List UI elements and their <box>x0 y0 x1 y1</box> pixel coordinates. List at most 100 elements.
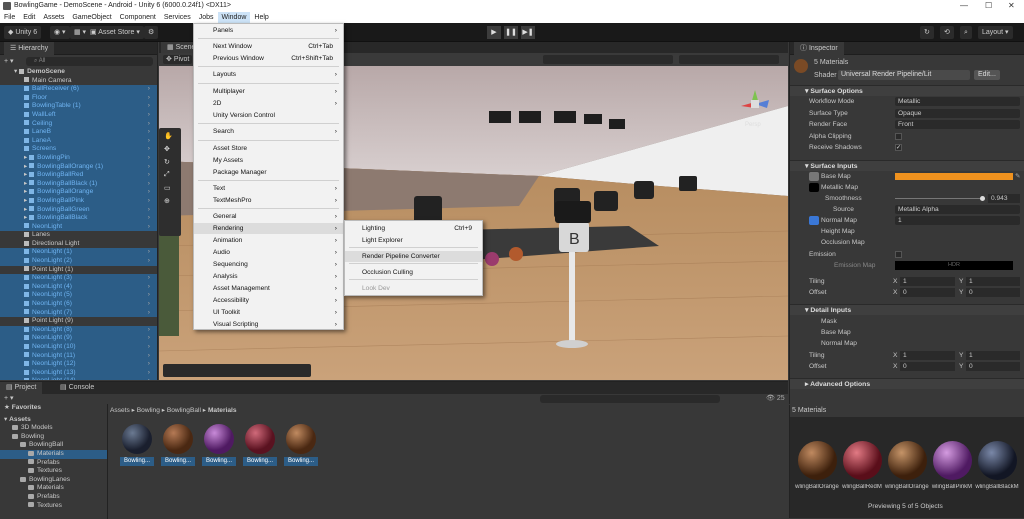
window-menu-item[interactable]: Accessibility › <box>194 295 343 306</box>
offset-y-field[interactable]: 0 <box>966 288 1020 297</box>
material-asset[interactable]: Bowling... <box>202 424 236 466</box>
project-folder[interactable]: BowlingLanes <box>0 476 107 485</box>
chevron-right-icon[interactable]: › <box>148 137 150 146</box>
hierarchy-item[interactable]: LaneA › <box>0 136 157 146</box>
tiling-x-field[interactable]: 1 <box>900 277 955 286</box>
detail-tiling-x-field[interactable]: 1 <box>900 351 955 360</box>
minimize-icon[interactable]: — <box>960 1 968 10</box>
window-menu-item[interactable]: Audio › <box>194 247 343 258</box>
project-folder[interactable]: Textures <box>0 502 107 511</box>
hierarchy-item[interactable]: WallLeft › <box>0 110 157 120</box>
move-tool-icon[interactable]: ✥ <box>164 145 170 153</box>
smoothness-handle[interactable] <box>980 196 985 201</box>
projection-label[interactable]: Persp <box>745 122 761 128</box>
settings-icon[interactable]: ⚙ <box>144 26 159 39</box>
shader-edit-button[interactable]: Edit... <box>974 70 1000 80</box>
material-asset[interactable]: Bowling... <box>161 424 195 466</box>
breadcrumb-materials[interactable]: Materials <box>208 407 237 414</box>
smoothness-value[interactable]: 0.943 <box>988 194 1020 203</box>
rendering-submenu-item[interactable]: Render Pipeline Converter <box>345 251 482 262</box>
search-icon[interactable]: ⌕ <box>960 26 972 39</box>
project-folder[interactable]: Bowling <box>0 433 107 442</box>
rotate-tool-icon[interactable]: ↻ <box>164 158 170 166</box>
detail-inputs-header[interactable]: ▾ Detail Inputs <box>790 304 1024 315</box>
scene-orientation-gizmo[interactable] <box>737 86 773 122</box>
chevron-right-icon[interactable]: › <box>148 111 150 120</box>
hierarchy-item[interactable]: ▸ BowlingBallBlack (1) › <box>0 179 157 189</box>
chevron-right-icon[interactable]: › <box>148 300 150 309</box>
play-button[interactable]: ▶ <box>487 26 501 39</box>
hierarchy-item[interactable]: Main Camera <box>0 77 157 86</box>
hierarchy-item[interactable]: NeonLight (2) › <box>0 257 157 266</box>
close-icon[interactable]: ✕ <box>1008 1 1015 10</box>
window-menu-item[interactable]: Rendering › <box>194 223 343 234</box>
rendering-submenu-item[interactable]: Light Explorer <box>345 235 482 246</box>
breadcrumb-bowlingball[interactable]: BowlingBall <box>167 407 201 414</box>
chevron-right-icon[interactable]: › <box>148 223 150 232</box>
project-folder[interactable]: 3D Models <box>0 424 107 433</box>
hierarchy-item[interactable]: NeonLight (7) › <box>0 308 157 318</box>
smoothness-slider[interactable] <box>895 198 985 199</box>
chevron-right-icon[interactable]: › <box>148 145 150 154</box>
hierarchy-tab[interactable]: ☰ Hierarchy <box>4 42 55 55</box>
hierarchy-item[interactable]: ▸ BowlingBallOrange (1) › <box>0 162 157 172</box>
menu-window[interactable]: Window <box>217 12 251 23</box>
project-folder[interactable]: Materials <box>0 449 107 459</box>
detail-offset-x-field[interactable]: 0 <box>900 362 955 371</box>
offset-x-field[interactable]: 0 <box>900 288 955 297</box>
window-menu-item[interactable]: Visual Scripting › <box>194 319 343 330</box>
window-menu-item[interactable]: Analysis › <box>194 271 343 282</box>
menu-help[interactable]: Help <box>250 12 272 23</box>
hierarchy-item[interactable]: NeonLight (13) › <box>0 368 157 378</box>
window-menu-item[interactable]: Unity Version Control <box>194 110 343 121</box>
surface-option-checkbox[interactable] <box>895 132 902 140</box>
menu-services[interactable]: Services <box>160 12 195 23</box>
breadcrumb-bowling[interactable]: Bowling <box>137 407 160 414</box>
hierarchy-item[interactable]: ▸ BowlingBallGreen › <box>0 205 157 215</box>
menu-gameobject[interactable]: GameObject <box>68 12 115 23</box>
project-folder[interactable]: Materials <box>0 484 107 493</box>
base-color-swatch[interactable] <box>895 173 1013 180</box>
chevron-right-icon[interactable]: › <box>148 85 150 94</box>
hierarchy-item[interactable]: Floor › <box>0 93 157 103</box>
emission-color-swatch[interactable]: HDR <box>895 261 1013 270</box>
rect-tool-icon[interactable]: ▭ <box>164 184 171 192</box>
menu-jobs[interactable]: Jobs <box>195 12 218 23</box>
hierarchy-item[interactable]: BowlingTable (1) › <box>0 102 157 111</box>
chevron-right-icon[interactable]: › <box>148 343 150 352</box>
hierarchy-item[interactable]: ▸ BowlingPin › <box>0 153 157 163</box>
eyedropper-icon[interactable]: ✎ <box>1015 171 1021 182</box>
surface-option-checkbox[interactable]: ✓ <box>895 144 902 151</box>
hierarchy-item[interactable]: Screens › <box>0 145 157 154</box>
chevron-right-icon[interactable]: › <box>148 214 150 223</box>
chevron-right-icon[interactable]: › <box>148 120 150 129</box>
chevron-right-icon[interactable]: › <box>148 128 150 137</box>
inspector-tab[interactable]: ⓘ Inspector <box>794 42 844 55</box>
hierarchy-item[interactable]: NeonLight (12) › <box>0 360 157 369</box>
step-button[interactable]: ▶❚ <box>521 26 535 39</box>
project-search-input[interactable] <box>540 395 720 403</box>
emission-checkbox[interactable] <box>895 251 902 258</box>
hierarchy-item[interactable]: NeonLight (1) › <box>0 248 157 258</box>
hierarchy-item[interactable]: NeonLight (14) › <box>0 377 157 380</box>
chevron-right-icon[interactable]: › <box>148 206 150 215</box>
pivot-dropdown[interactable]: ✥ Pivot <box>163 55 193 64</box>
project-folder[interactable]: Textures <box>0 467 107 476</box>
hierarchy-item[interactable]: Ceiling › <box>0 119 157 129</box>
source-dropdown[interactable]: Metallic Alpha <box>895 205 1020 214</box>
surface-inputs-header[interactable]: ▾ Surface Inputs <box>790 160 1024 171</box>
asset-store-button[interactable]: ▣ Asset Store ▾ <box>86 26 144 39</box>
menu-edit[interactable]: Edit <box>19 12 39 23</box>
chevron-right-icon[interactable]: › <box>148 309 150 318</box>
hierarchy-item[interactable]: ▸ BowlingBallOrange › <box>0 188 157 197</box>
chevron-right-icon[interactable]: › <box>148 283 150 292</box>
window-menu-item[interactable]: Previous Window Ctrl+Shift+Tab <box>194 53 343 64</box>
chevron-right-icon[interactable]: › <box>148 171 150 180</box>
window-menu-item[interactable]: Multiplayer › <box>194 86 343 97</box>
project-folder[interactable]: ★ Favorites <box>0 404 107 413</box>
project-folder[interactable]: BowlingBall <box>0 441 107 450</box>
menu-assets[interactable]: Assets <box>39 12 68 23</box>
normal-scale-field[interactable]: 1 <box>895 216 1020 225</box>
chevron-right-icon[interactable]: › <box>148 274 150 283</box>
window-menu-item[interactable]: Text › <box>194 183 343 194</box>
